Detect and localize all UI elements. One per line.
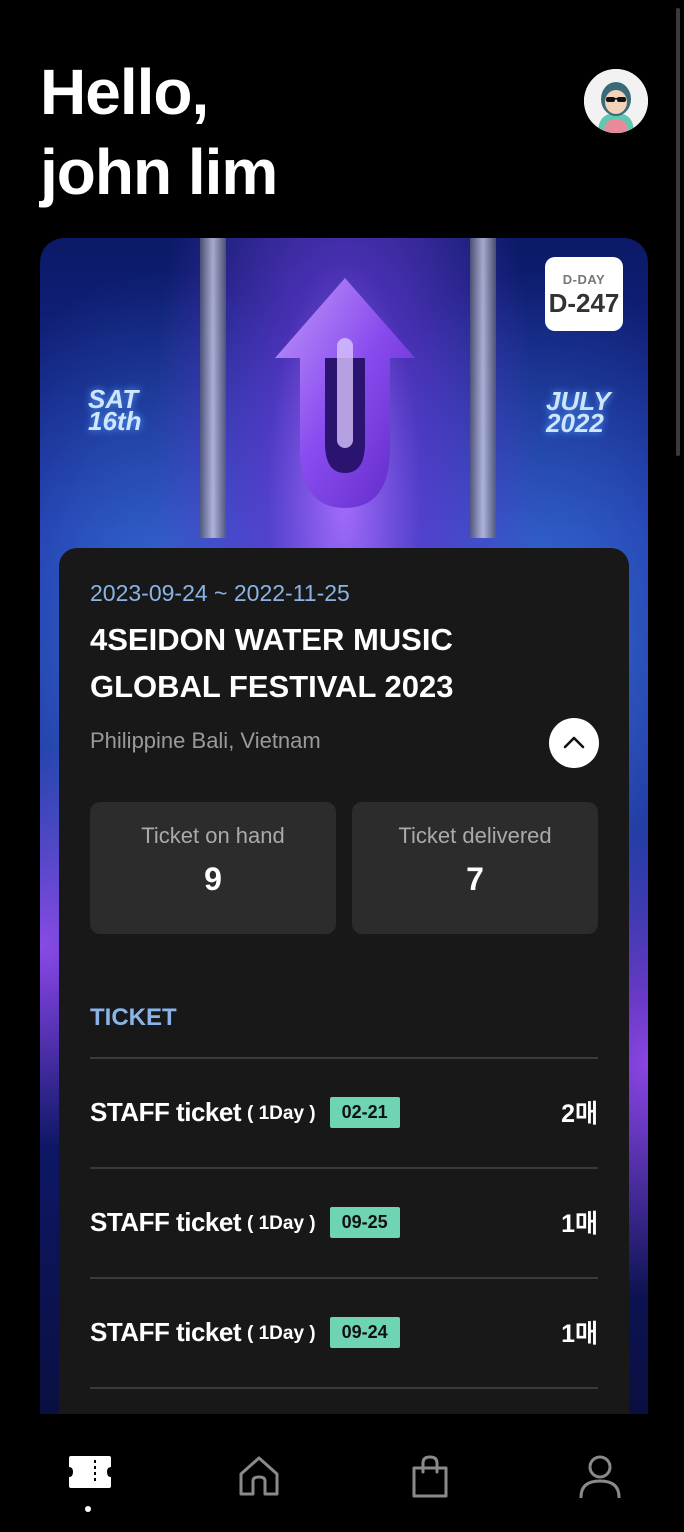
tab-shop[interactable] [400, 1448, 460, 1508]
ticket-quantity: 1매 [561, 1210, 598, 1238]
poster-date-right: JULY 2022 [546, 386, 611, 438]
ticket-section-title: TICKET [90, 1004, 177, 1031]
dday-value: D-247 [548, 288, 620, 318]
greeting: Hello, john lim [40, 52, 278, 212]
stat-label: Ticket on hand [141, 823, 285, 848]
ticket-duration: ( 1Day ) [246, 1323, 316, 1344]
poster-pillar [200, 238, 226, 538]
ticket-quantity: 2매 [561, 1100, 598, 1128]
tab-tickets[interactable] [59, 1448, 119, 1512]
collapse-button[interactable] [549, 718, 599, 768]
stat-label: Ticket delivered [398, 823, 552, 848]
divider [90, 1167, 598, 1169]
dday-badge: D-DAY D-247 [545, 257, 623, 331]
ticket-date-badge: 09-25 [329, 1206, 400, 1238]
divider [90, 1057, 598, 1059]
shopping-bag-icon [412, 1455, 448, 1498]
dday-label: D-DAY [562, 272, 606, 287]
event-dates: 2023-09-24 ~ 2022-11-25 [90, 580, 350, 606]
home-icon [239, 1456, 279, 1496]
bottom-tab-bar [0, 1414, 684, 1532]
event-title: 4SEIDON WATER MUSIC GLOBAL FESTIVAL 2023 [90, 622, 454, 704]
festival-logo-icon [275, 278, 415, 508]
ticket-duration: ( 1Day ) [246, 1213, 316, 1234]
ticket-name: STAFF ticket [90, 1316, 241, 1347]
poster-pillar [470, 238, 496, 538]
ticket-row[interactable]: STAFF ticket ( 1Day ) 02-21 2매 [90, 1092, 598, 1132]
ticket-name: STAFF ticket [90, 1206, 241, 1237]
stat-value: 9 [204, 861, 222, 897]
avatar[interactable] [584, 69, 648, 133]
stat-value: 7 [466, 861, 484, 897]
ticket-icon [69, 1456, 111, 1488]
event-location: Philippine Bali, Vietnam [90, 728, 321, 753]
chevron-up-icon [563, 736, 585, 749]
tab-profile[interactable] [570, 1448, 630, 1508]
greeting-line-1: Hello, [40, 56, 209, 128]
poster-date-left: SAT 16th [88, 384, 142, 436]
divider [90, 1277, 598, 1279]
ticket-date-badge: 02-21 [329, 1096, 400, 1128]
divider [90, 1387, 598, 1389]
tab-home[interactable] [229, 1448, 289, 1508]
ticket-row[interactable]: STAFF ticket ( 1Day ) 09-24 1매 [90, 1312, 598, 1352]
ticket-delivered-stat: Ticket delivered 7 [352, 802, 598, 934]
ticket-name: STAFF ticket [90, 1096, 241, 1127]
event-card: 2023-09-24 ~ 2022-11-25 4SEIDON WATER MU… [59, 548, 629, 1418]
ticket-duration: ( 1Day ) [246, 1103, 316, 1124]
avatar-icon [584, 69, 648, 133]
ticket-quantity: 1매 [561, 1320, 598, 1348]
active-tab-indicator [85, 1506, 91, 1512]
ticket-row[interactable]: STAFF ticket ( 1Day ) 09-25 1매 [90, 1202, 598, 1242]
user-name: john lim [40, 136, 278, 208]
ticket-date-badge: 09-24 [329, 1316, 400, 1348]
profile-icon [579, 1455, 621, 1498]
scrollbar[interactable] [676, 8, 680, 456]
ticket-on-hand-stat: Ticket on hand 9 [90, 802, 336, 934]
